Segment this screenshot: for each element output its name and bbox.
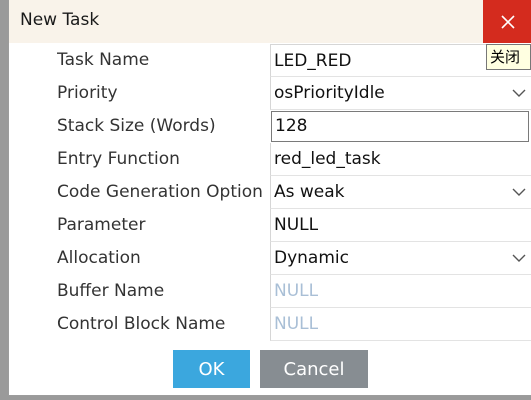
chevron-down-icon <box>512 188 526 196</box>
stack-size-label: Stack Size (Words) <box>57 116 216 136</box>
row-parameter: Parameter NULL <box>9 209 531 242</box>
entry-function-field[interactable]: red_led_task <box>270 143 531 176</box>
priority-value: osPriorityIdle <box>274 83 385 103</box>
stack-size-input[interactable]: 128 <box>271 111 529 142</box>
control-block-name-field[interactable]: NULL <box>270 308 531 341</box>
row-priority: Priority osPriorityIdle <box>9 77 531 110</box>
allocation-value: Dynamic <box>274 248 349 268</box>
allocation-label: Allocation <box>57 248 141 268</box>
parameter-field[interactable]: NULL <box>270 209 531 242</box>
code-generation-option-label: Code Generation Option <box>57 182 263 202</box>
close-icon <box>500 14 515 29</box>
cancel-button[interactable]: Cancel <box>260 350 368 388</box>
row-task-name: Task Name LED_RED <box>9 44 531 77</box>
row-allocation: Allocation Dynamic <box>9 242 531 275</box>
code-generation-option-value: As weak <box>274 182 345 202</box>
new-task-dialog: New Task Task Name LED_RED Priority osPr… <box>8 0 531 396</box>
row-buffer-name: Buffer Name NULL <box>9 275 531 308</box>
allocation-select[interactable]: Dynamic <box>270 242 531 275</box>
priority-label: Priority <box>57 83 118 103</box>
chevron-down-icon <box>512 254 526 262</box>
dialog-title: New Task <box>20 10 100 30</box>
entry-function-label: Entry Function <box>57 149 180 169</box>
close-button[interactable] <box>483 0 531 43</box>
code-generation-option-select[interactable]: As weak <box>270 176 531 209</box>
task-name-label: Task Name <box>57 50 150 70</box>
row-control-block-name: Control Block Name NULL <box>9 308 531 341</box>
ok-button[interactable]: OK <box>173 350 250 388</box>
priority-select[interactable]: osPriorityIdle <box>270 77 531 110</box>
buffer-name-label: Buffer Name <box>57 281 165 301</box>
control-block-name-label: Control Block Name <box>57 314 226 334</box>
row-entry-function: Entry Function red_led_task <box>9 143 531 176</box>
close-tooltip: 关闭 <box>486 44 531 70</box>
parameter-label: Parameter <box>57 215 146 235</box>
row-code-generation-option: Code Generation Option As weak <box>9 176 531 209</box>
row-stack-size: Stack Size (Words) 128 <box>9 110 531 143</box>
title-bar: New Task <box>9 0 531 43</box>
chevron-down-icon <box>512 89 526 97</box>
buffer-name-field[interactable]: NULL <box>270 275 531 308</box>
